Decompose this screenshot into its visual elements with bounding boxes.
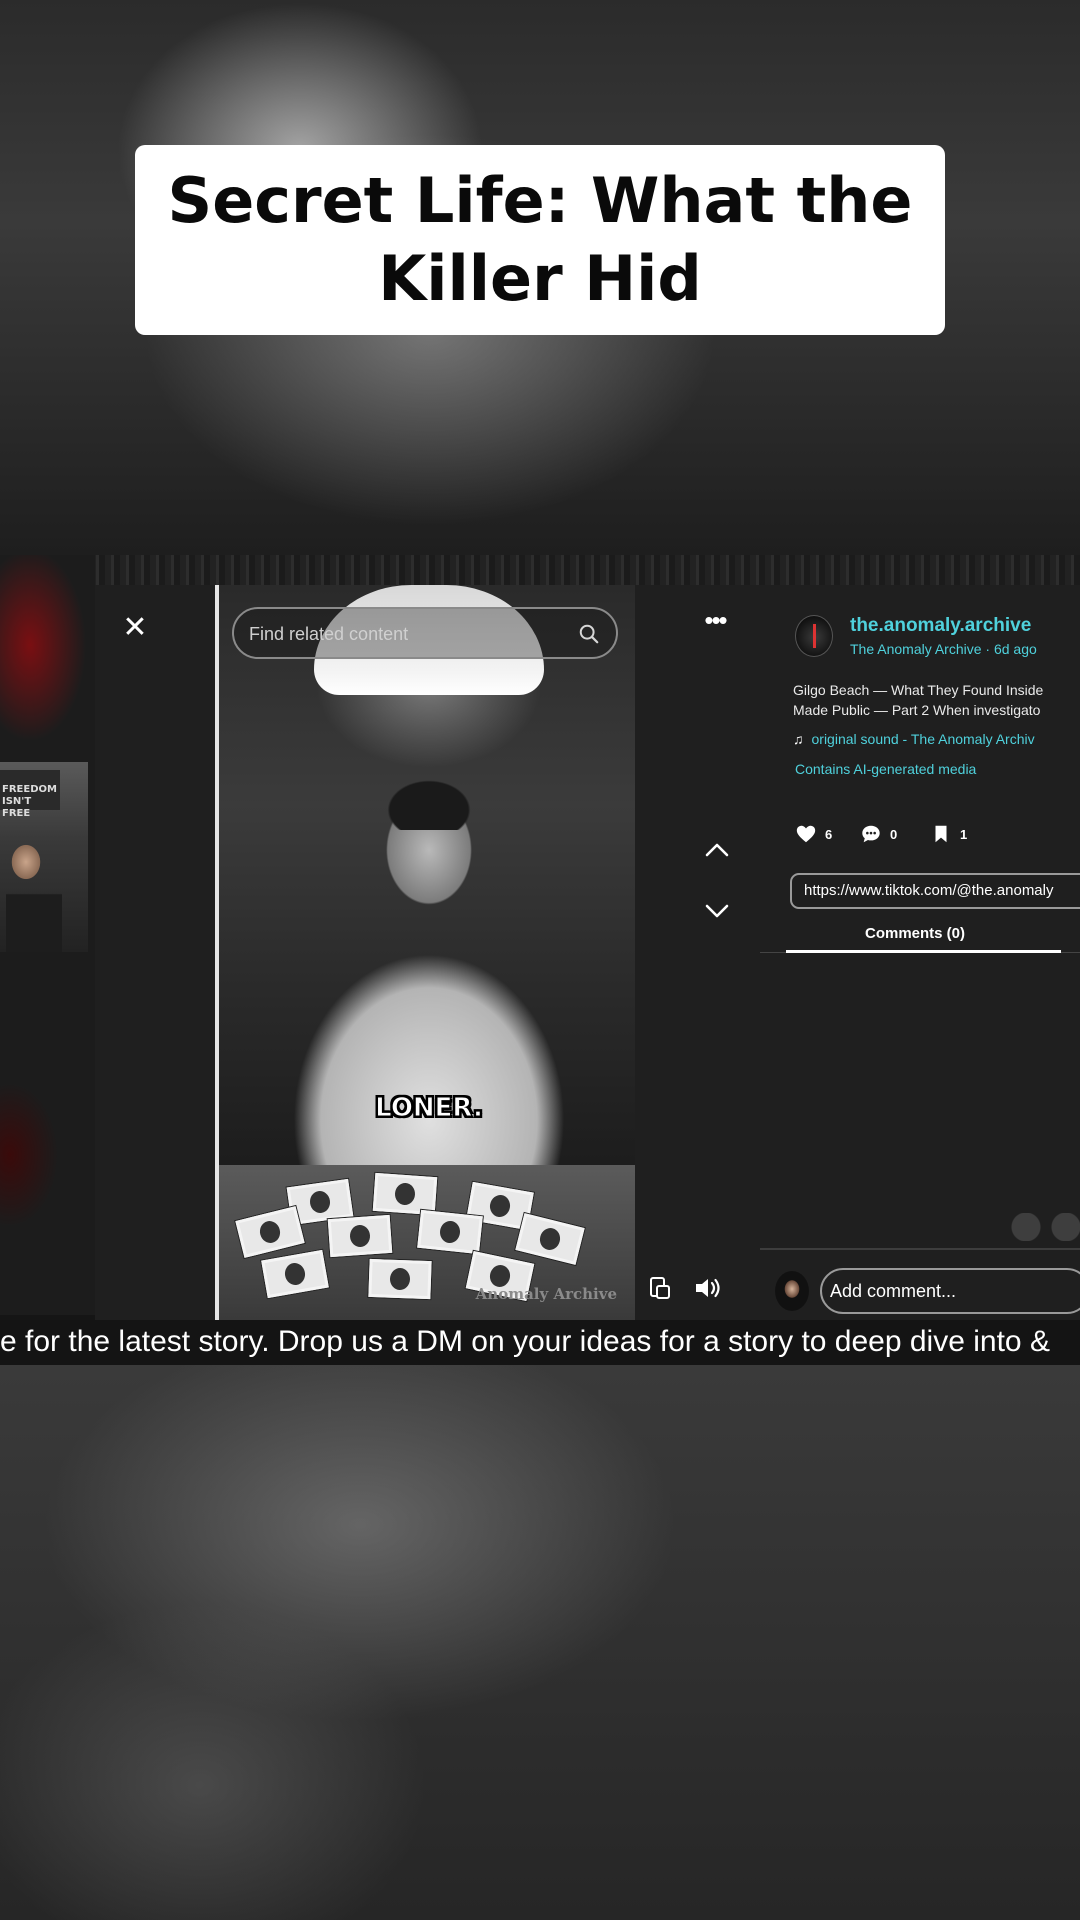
video-watermark: Anomaly Archive [475, 1285, 617, 1303]
search-bar[interactable] [232, 607, 618, 659]
streamer-webcam: FREEDOM ISN'T FREE [0, 762, 88, 952]
music-note-icon: ♫ [793, 731, 804, 747]
table-photo [372, 1172, 438, 1216]
ai-generated-label: Contains AI-generated media [795, 761, 977, 777]
faded-reaction-icons [1008, 1213, 1080, 1241]
volume-icon[interactable] [693, 1275, 723, 1301]
title-text: Secret Life: What the Killer Hid [167, 164, 913, 315]
like-count: 6 [825, 826, 833, 842]
scrolling-ticker: e for the latest story. Drop us a DM on … [0, 1320, 1080, 1365]
streamer-figure [6, 822, 62, 952]
transcript-icon[interactable] [648, 1275, 672, 1301]
comment-icon [862, 825, 880, 843]
search-input[interactable] [249, 622, 569, 646]
more-options-button[interactable]: ••• [695, 605, 735, 635]
title-card: Secret Life: What the Killer Hid [135, 145, 945, 335]
screen-recording: FREEDOM ISN'T FREE ✕ LONER. Anomaly Arch… [0, 555, 1080, 1365]
heart-icon [796, 825, 816, 843]
video-caption: LONER. [375, 1093, 484, 1124]
share-url-field[interactable]: https://www.tiktok.com/@the.anomaly [790, 873, 1080, 909]
save-count: 1 [960, 826, 968, 842]
table-photo [515, 1213, 585, 1265]
author-avatar[interactable] [795, 615, 833, 657]
grunge-border [0, 555, 1080, 585]
table-photo [368, 1258, 432, 1300]
blurred-background-bottom [0, 1365, 1080, 1920]
table-photo [261, 1249, 329, 1299]
avatar [775, 1271, 809, 1311]
video-description-line: Made Public — Part 2 When investigato [793, 702, 1041, 718]
details-panel: the.anomaly.archive The Anomaly Archive … [760, 585, 1080, 1320]
chevron-down-icon[interactable] [700, 897, 734, 925]
save-button[interactable]: 1 [930, 823, 967, 845]
man-hair [374, 770, 484, 830]
table-photo [417, 1209, 483, 1255]
table-photo [235, 1206, 305, 1258]
video-player[interactable]: LONER. Anomaly Archive [215, 585, 635, 1320]
author-meta: The Anomaly Archive · 6d ago [850, 641, 1037, 657]
video-description-line: Gilgo Beach — What They Found Inside [793, 682, 1044, 698]
comment-input[interactable] [820, 1268, 1080, 1314]
man-figure [249, 900, 609, 1170]
close-button[interactable]: ✕ [120, 613, 150, 643]
like-button[interactable]: 6 [795, 823, 832, 845]
engagement-stats: 6 0 1 [795, 823, 1080, 845]
author-name[interactable]: the.anomaly.archive [850, 615, 1031, 637]
chevron-up-icon[interactable] [700, 835, 734, 863]
sound-link[interactable]: ♫ original sound - The Anomaly Archiv [793, 731, 1035, 747]
video-viewer-window: ✕ LONER. Anomaly Archive Find related co… [95, 585, 1080, 1320]
comment-count: 0 [890, 826, 898, 842]
sound-label: original sound - The Anomaly Archiv [811, 731, 1035, 747]
divider [760, 1248, 1080, 1250]
close-icon: ✕ [122, 610, 148, 645]
active-tab-indicator [786, 950, 1061, 953]
cam-sign: FREEDOM ISN'T FREE [0, 770, 60, 819]
comment-button[interactable]: 0 [860, 823, 897, 845]
more-icon: ••• [704, 605, 727, 635]
bookmark-icon [935, 825, 947, 843]
table-photo [327, 1214, 393, 1258]
search-icon[interactable] [578, 623, 600, 645]
ticker-text: e for the latest story. Drop us a DM on … [0, 1325, 1050, 1358]
